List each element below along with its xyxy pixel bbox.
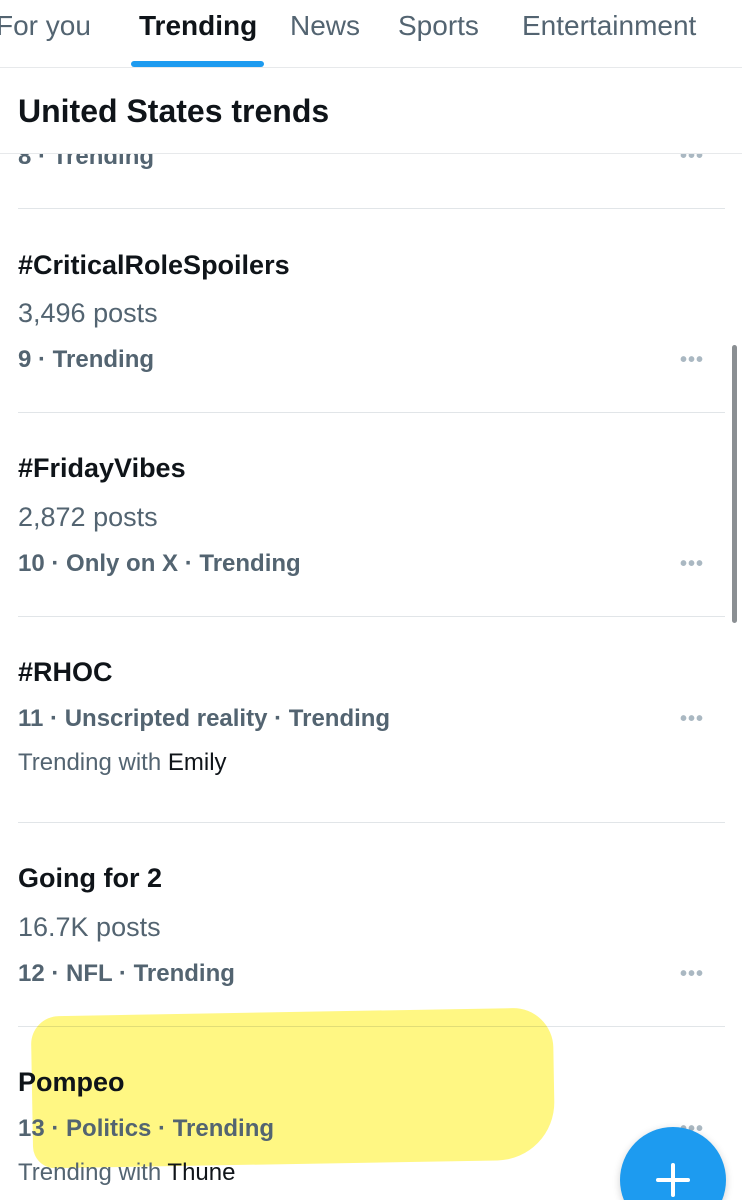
- tab-sports[interactable]: Sports: [398, 8, 479, 44]
- tab-bar: For you Trending News Sports Entertainme…: [0, 0, 742, 68]
- trend-post-count: 16.7K posts: [18, 912, 161, 942]
- trending-with: Trending with Thune: [18, 1156, 235, 1190]
- trend-meta: 12 · NFL · Trending: [18, 960, 235, 987]
- trend-meta: 10 · Only on X · Trending: [18, 550, 301, 577]
- trending-with-name[interactable]: Thune: [167, 1159, 235, 1186]
- trend-name: Pompeo: [18, 1067, 125, 1097]
- trend-post-count: 2,872 posts: [18, 502, 158, 532]
- page-title: United States trends: [18, 93, 330, 129]
- divider: [18, 822, 725, 823]
- more-dots-icon[interactable]: •••: [680, 554, 704, 574]
- divider: [18, 412, 725, 413]
- trend-name: #FridayVibes: [18, 453, 186, 483]
- tab-news[interactable]: News: [290, 8, 360, 44]
- plus-icon: [656, 1163, 690, 1197]
- trending-page: For you Trending News Sports Entertainme…: [0, 0, 742, 1200]
- more-dots-icon[interactable]: •••: [680, 964, 704, 984]
- trending-with-label: Trending with: [18, 749, 162, 776]
- trend-name: #CriticalRoleSpoilers: [18, 250, 290, 280]
- divider: [18, 208, 725, 209]
- trend-post-count: 3,496 posts: [18, 298, 158, 328]
- region-header: United States trends: [0, 68, 742, 154]
- tab-trending[interactable]: Trending: [139, 8, 257, 44]
- more-dots-icon[interactable]: •••: [680, 350, 704, 370]
- tab-for-you[interactable]: For you: [0, 8, 91, 44]
- scrollbar-thumb[interactable]: [732, 345, 737, 623]
- active-tab-indicator: [131, 61, 264, 67]
- trending-with: Trending with Emily: [18, 746, 227, 780]
- trending-with-name[interactable]: Emily: [168, 749, 227, 776]
- trend-meta: 11 · Unscripted reality · Trending: [18, 705, 391, 732]
- tab-entertainment[interactable]: Entertainment: [522, 8, 696, 44]
- divider: [18, 616, 725, 617]
- trending-with-label: Trending with: [18, 1159, 162, 1186]
- trend-meta: 13 · Politics · Trending: [18, 1115, 275, 1142]
- more-dots-icon[interactable]: •••: [680, 709, 704, 729]
- trend-name: #RHOC: [18, 657, 113, 687]
- trend-name: Going for 2: [18, 863, 162, 893]
- trend-meta: 9 · Trending: [18, 346, 155, 373]
- compose-button[interactable]: [620, 1127, 726, 1200]
